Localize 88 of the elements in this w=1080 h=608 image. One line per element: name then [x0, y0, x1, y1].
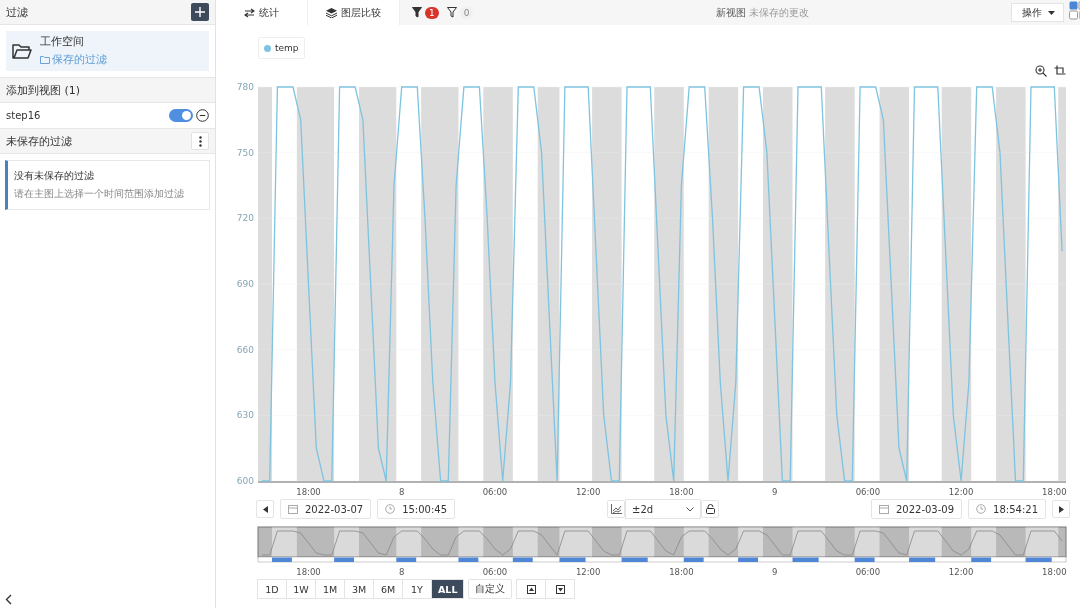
- toolbar-tab[interactable]: 统计: [216, 0, 308, 25]
- chevron-down-icon: [686, 506, 694, 512]
- start-time-field[interactable]: 15:00:45: [377, 499, 456, 519]
- y-axis-label: 630: [236, 410, 254, 421]
- folder-icon: [40, 56, 50, 64]
- x-axis-label: 06:00: [855, 487, 881, 497]
- workspace-title: 工作空间: [40, 35, 85, 49]
- calendar-icon: [878, 504, 889, 514]
- calendar-icon: [288, 504, 298, 514]
- end-time-field[interactable]: 18:54:21: [968, 499, 1046, 519]
- navigator-axis-label: 12:00: [948, 567, 974, 577]
- section-title: 添加到视图 (1): [6, 82, 81, 98]
- navigator-axis-label: 18:00: [669, 567, 694, 577]
- x-axis-label: 18:00: [669, 487, 694, 497]
- x-axis-label: 8: [399, 487, 405, 497]
- range-select[interactable]: ±2d: [625, 499, 701, 519]
- clock-icon: [385, 504, 396, 514]
- x-axis-label: 06:00: [482, 487, 508, 497]
- range-button[interactable]: 6M: [373, 579, 403, 599]
- end-date-field[interactable]: 2022-03-09: [870, 499, 963, 519]
- clock-icon: [976, 504, 987, 514]
- folder-icon: [12, 42, 32, 60]
- toolbar-tab[interactable]: 图层比较: [308, 0, 400, 25]
- range-button[interactable]: 1W: [286, 579, 316, 599]
- add-button[interactable]: [191, 3, 209, 21]
- custom-range-button[interactable]: 自定义: [468, 579, 513, 599]
- view-name: step16: [6, 110, 42, 121]
- navigator-axis-label: 8: [399, 567, 405, 577]
- section-title: 未保存的过滤: [6, 133, 72, 149]
- chart-type-button[interactable]: [607, 500, 625, 518]
- lock-button[interactable]: [701, 500, 719, 518]
- view-name: 新视图: [715, 5, 746, 20]
- navigator-axis-label: 18:00: [296, 567, 321, 577]
- x-axis-label: 18:00: [296, 487, 321, 497]
- range-button[interactable]: ALL: [431, 579, 465, 599]
- navigator-axis-label: 18:00: [1042, 567, 1067, 577]
- expand-down-button[interactable]: [545, 579, 576, 599]
- x-axis-label: 9: [771, 487, 778, 497]
- y-axis-label: 750: [236, 147, 254, 158]
- left-triangle-icon: [262, 505, 268, 513]
- y-axis-label: 720: [236, 213, 254, 224]
- more-button[interactable]: [191, 132, 209, 150]
- legend-item[interactable]: temp: [258, 37, 305, 59]
- notice-title: 没有未保存的过滤: [14, 169, 95, 183]
- plus-icon: [195, 7, 205, 17]
- y-axis-label: 780: [236, 82, 254, 92]
- zoom-icon[interactable]: [1035, 65, 1047, 77]
- down-triangle-icon: [555, 584, 565, 594]
- navigator-axis-label: 9: [771, 567, 778, 577]
- toggle-switch[interactable]: [169, 109, 193, 122]
- filter-icon[interactable]: [412, 7, 422, 18]
- navigator-axis-label: 06:00: [482, 567, 508, 577]
- expand-up-button[interactable]: [516, 579, 547, 599]
- filter-icon[interactable]: [446, 7, 457, 18]
- range-button[interactable]: 1D: [257, 579, 287, 599]
- range-button[interactable]: 1Y: [402, 579, 432, 599]
- sidebar-title: 过滤: [6, 4, 28, 20]
- navigator-drawing[interactable]: [257, 526, 1067, 563]
- swap-icon: [244, 7, 255, 18]
- x-axis-label: 12:00: [575, 487, 601, 497]
- x-axis-label: 18:00: [1042, 487, 1067, 497]
- caret-icon: [1048, 10, 1055, 15]
- actions-dropdown[interactable]: 操作: [1011, 3, 1064, 22]
- workspace-card[interactable]: 工作空间 保存的过滤: [6, 31, 209, 71]
- right-triangle-icon: [1058, 505, 1064, 513]
- reset-icon[interactable]: [1054, 65, 1066, 77]
- more-icon: [198, 135, 202, 147]
- collapse-icon[interactable]: [5, 594, 12, 605]
- range-button[interactable]: 1M: [315, 579, 345, 599]
- navigator-axis-label: 06:00: [855, 567, 881, 577]
- y-axis-label: 690: [236, 279, 254, 289]
- y-axis-label: 600: [236, 476, 254, 486]
- notice-text: 请在主图上选择一个时间范围添加过滤: [14, 187, 185, 201]
- remove-icon[interactable]: [196, 109, 209, 122]
- layers-icon: [326, 7, 337, 18]
- line-chart-icon: [610, 504, 622, 514]
- previous-button[interactable]: [256, 500, 274, 518]
- y-axis-label: 660: [236, 344, 254, 355]
- lock-icon: [705, 504, 715, 514]
- navigator-axis-label: 12:00: [575, 567, 601, 577]
- filter-count-badge: 0: [459, 6, 474, 19]
- start-date-field[interactable]: 2022-03-07: [280, 499, 372, 519]
- view-status: 未保存的更改: [748, 5, 809, 20]
- x-axis-label: 12:00: [948, 487, 974, 497]
- range-button[interactable]: 3M: [344, 579, 374, 599]
- up-triangle-icon: [526, 584, 536, 594]
- filter-count-badge: 1: [425, 6, 439, 19]
- next-button[interactable]: [1052, 500, 1070, 518]
